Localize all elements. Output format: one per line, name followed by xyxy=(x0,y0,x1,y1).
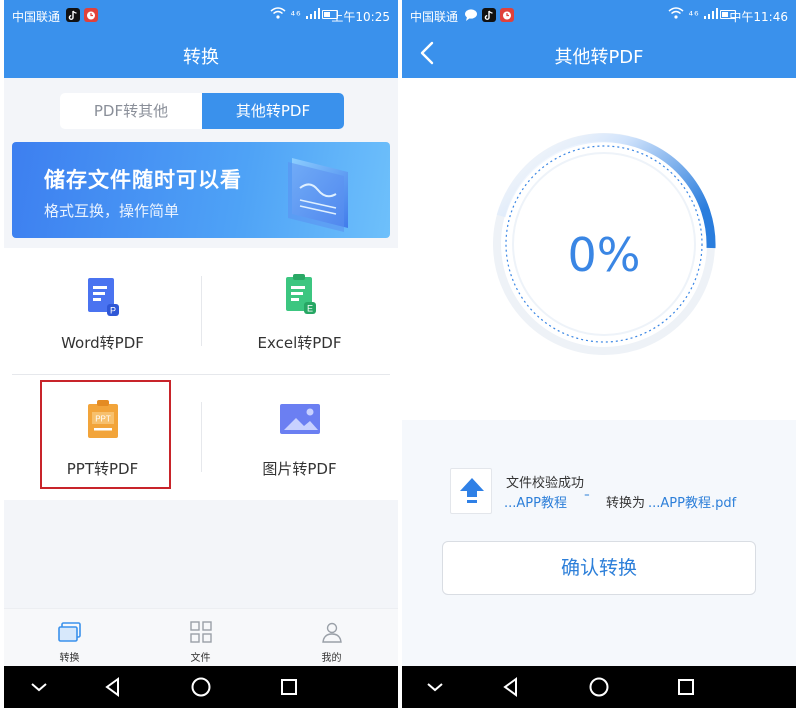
home-circle-icon[interactable] xyxy=(188,674,214,700)
banner-title: 储存文件随时可以看 xyxy=(44,168,242,192)
carrier-label: 中国联通 xyxy=(12,10,61,24)
tiktok-icon xyxy=(66,8,80,25)
left-phone-screen: 中国联通 ⁴⁶ 上午10:25 转换 PDF转其他 其他转PDF 储存文件随时可… xyxy=(4,0,398,708)
tab-label: 转换 xyxy=(59,653,80,664)
convert-arrow-glyph: ⁼ xyxy=(584,490,590,503)
home-circle-icon[interactable] xyxy=(586,674,612,700)
confirm-convert-button[interactable]: 确认转换 xyxy=(442,541,756,595)
wifi-signal-icon: ⁴⁶ xyxy=(270,7,320,22)
chat-icon xyxy=(464,8,478,25)
status-bar: 中国联通 ⁴⁶ 中午11:46 xyxy=(402,0,796,30)
convert-tab-icon xyxy=(57,622,81,642)
status-time: 上午10:25 xyxy=(331,10,390,24)
status-bar: 中国联通 ⁴⁶ 上午10:25 xyxy=(4,0,398,30)
excel-to-pdf-button[interactable]: E Excel转PDF xyxy=(201,248,398,374)
tab-convert[interactable]: 转换 xyxy=(4,609,135,667)
title-bar: 转换 xyxy=(4,30,398,78)
chevron-down-icon[interactable] xyxy=(422,674,448,700)
word-to-pdf-button[interactable]: P Word转PDF xyxy=(4,248,201,374)
system-nav-bar xyxy=(4,666,398,708)
wifi-signal-icon: ⁴⁶ xyxy=(668,7,718,22)
document-illustration-icon xyxy=(288,158,348,232)
page-title: 其他转PDF xyxy=(554,47,644,68)
chevron-down-icon[interactable] xyxy=(26,674,52,700)
banner-subtitle: 格式互换，操作简单 xyxy=(44,202,180,220)
convert-to-label: 转换为 xyxy=(606,496,646,511)
right-phone-screen: 中国联通 ⁴⁶ 中午11:46 其他转PDF 0% 文件校验成功 ...APP教… xyxy=(402,0,796,708)
signal-label: ⁴⁶ xyxy=(688,9,700,22)
converter-label: 图片转PDF xyxy=(262,460,337,478)
system-nav-bar xyxy=(402,666,796,708)
source-file-name: ...APP教程 xyxy=(504,496,567,511)
title-bar: 其他转PDF xyxy=(402,30,796,78)
highlight-box xyxy=(40,380,171,489)
svg-text:P: P xyxy=(109,306,115,316)
conversion-mode-toggle: PDF转其他 其他转PDF xyxy=(60,93,344,129)
tab-label: 我的 xyxy=(321,653,342,664)
tab-files[interactable]: 文件 xyxy=(135,609,266,667)
tab-pdf-to-other[interactable]: PDF转其他 xyxy=(60,93,202,129)
tab-other-to-pdf[interactable]: 其他转PDF xyxy=(202,93,344,129)
status-time: 中午11:46 xyxy=(729,10,788,24)
excel-doc-icon: E xyxy=(285,274,316,314)
target-file-name: ...APP教程.pdf xyxy=(648,496,737,511)
image-icon xyxy=(279,404,320,434)
converter-label: Word转PDF xyxy=(61,334,144,352)
file-upload-icon xyxy=(450,468,492,514)
image-to-pdf-button[interactable]: 图片转PDF xyxy=(201,374,398,500)
bottom-tab-bar: 转换 文件 我的 xyxy=(4,608,398,666)
clock-app-icon xyxy=(500,8,514,25)
back-triangle-icon[interactable] xyxy=(100,674,126,700)
word-doc-icon: P xyxy=(87,278,119,316)
page-title: 转换 xyxy=(183,47,219,68)
progress-percent: 0% xyxy=(567,228,641,282)
converter-label: Excel转PDF xyxy=(257,334,342,352)
back-triangle-icon[interactable] xyxy=(498,674,524,700)
carrier-label: 中国联通 xyxy=(410,10,459,24)
recents-square-icon[interactable] xyxy=(276,674,302,700)
tab-profile[interactable]: 我的 xyxy=(266,609,397,667)
tab-label: 文件 xyxy=(190,653,211,664)
recents-square-icon[interactable] xyxy=(673,674,699,700)
signal-label: ⁴⁶ xyxy=(290,9,302,22)
upload-arrow-icon xyxy=(460,478,484,503)
files-tab-icon xyxy=(189,621,212,643)
progress-ring: 0% xyxy=(484,124,724,364)
file-status-text: 文件校验成功 xyxy=(506,476,585,491)
tiktok-icon xyxy=(482,8,496,25)
svg-text:E: E xyxy=(306,304,312,314)
promo-banner[interactable]: 储存文件随时可以看 格式互换，操作简单 xyxy=(12,142,390,238)
clock-app-icon xyxy=(84,8,98,25)
profile-tab-icon xyxy=(321,622,342,643)
